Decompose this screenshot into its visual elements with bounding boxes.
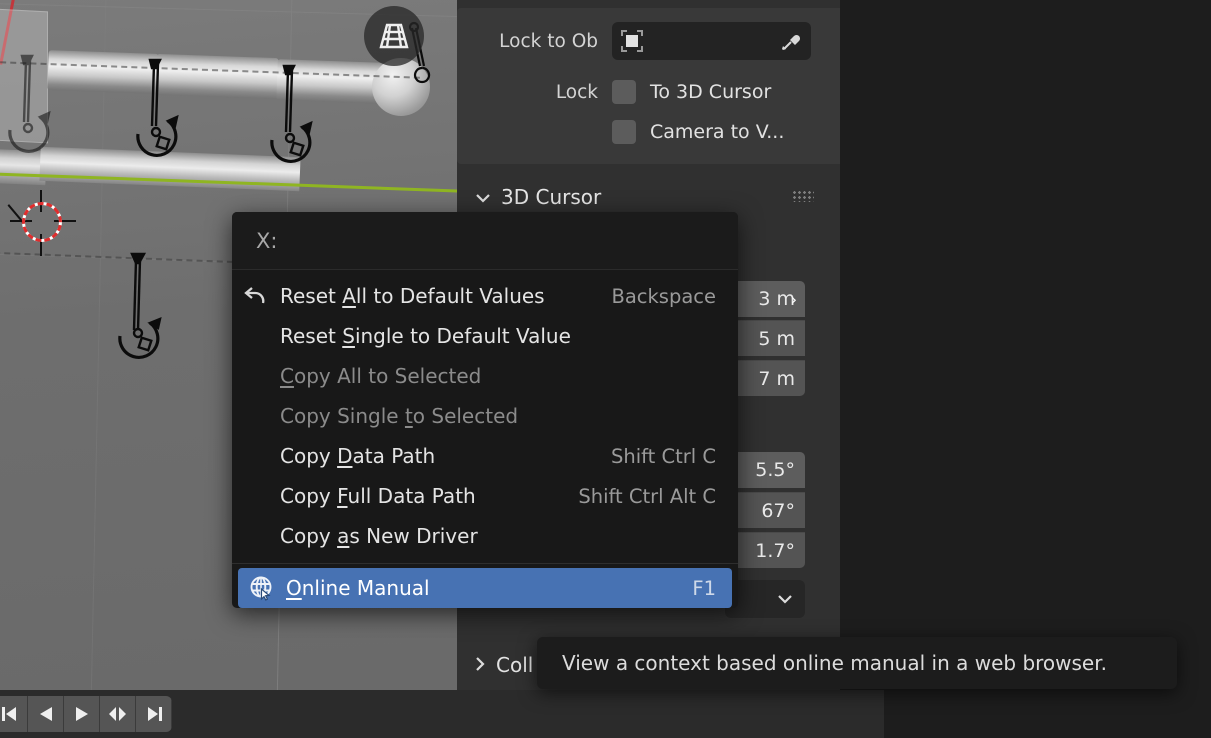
lock-to-object-label: Lock to Ob <box>499 30 598 52</box>
timeline-editor: 1 Start 1 End 250 <box>0 690 884 738</box>
lock-camera-to-view-checkbox[interactable] <box>612 120 636 144</box>
menu-item-copy-all-to-selected: Copy All to Selected <box>232 356 738 396</box>
menu-item-reset-single-to-default-value[interactable]: Reset Single to Default Value <box>232 316 738 356</box>
menu-item-label: Copy Full Data Path <box>280 484 476 508</box>
undo-arrow-icon <box>232 284 280 308</box>
jump-to-end-icon[interactable] <box>136 696 172 732</box>
chevron-right-icon <box>457 653 496 677</box>
lock-camera-to-view-label: Camera to V... <box>650 121 785 143</box>
menu-item-copy-as-new-driver[interactable]: Copy as New Driver <box>232 516 738 556</box>
context-menu-title: X: <box>232 212 738 270</box>
right-editors: Armature visual_l <box>840 0 1211 738</box>
globe-icon <box>238 574 286 602</box>
menu-item-copy-single-to-selected: Copy Single to Selected <box>232 396 738 436</box>
lock-camera-to-view-row: Camera to V... <box>457 115 840 149</box>
menu-item-label: Reset All to Default Values <box>280 284 545 308</box>
collections-label: Coll <box>496 653 534 677</box>
menu-item-label: Copy Data Path <box>280 444 436 468</box>
tooltip-text: View a context based online manual in a … <box>562 651 1107 675</box>
chevron-down-icon <box>457 185 501 209</box>
jump-to-start-icon[interactable] <box>0 696 28 732</box>
play-reverse-icon[interactable] <box>28 696 64 732</box>
lock-to-3d-cursor-row: Lock To 3D Cursor <box>457 75 840 109</box>
jump-keyframe-icon[interactable] <box>100 696 136 732</box>
play-icon[interactable] <box>64 696 100 732</box>
menu-item-copy-full-data-path[interactable]: Copy Full Data Path Shift Ctrl Alt C <box>232 476 738 516</box>
menu-item-shortcut: F1 <box>692 576 716 600</box>
menu-separator <box>232 563 738 564</box>
cursor-location-z-field[interactable]: 7 m <box>732 360 805 396</box>
lock-object-field[interactable] <box>612 22 811 60</box>
playback-controls <box>0 696 172 732</box>
chevron-down-icon <box>777 589 793 610</box>
bone-widget[interactable] <box>112 52 182 157</box>
tooltip: View a context based online manual in a … <box>537 637 1177 689</box>
blender-window: Lock to Ob Lock To 3D Cursor Camera to V… <box>0 0 1211 738</box>
orthographic-grid-icon[interactable] <box>364 6 424 66</box>
context-menu-items: Reset All to Default Values Backspace Re… <box>232 270 738 608</box>
menu-item-online-manual[interactable]: Online Manual F1 <box>238 568 732 608</box>
3d-cursor-section-title: 3D Cursor <box>501 185 602 209</box>
menu-item-shortcut: Backspace <box>611 284 716 308</box>
context-menu[interactable]: X: Reset All to Default Values Backspace… <box>232 212 738 608</box>
bone-widget[interactable] <box>92 238 172 359</box>
menu-item-copy-data-path[interactable]: Copy Data Path Shift Ctrl C <box>232 436 738 476</box>
menu-item-label: Online Manual <box>286 576 430 600</box>
cursor-location-x-field[interactable]: 3 m › <box>732 281 805 317</box>
menu-item-label: Reset Single to Default Value <box>280 324 571 348</box>
bone-widget[interactable] <box>0 48 54 153</box>
lock-to-object-row: Lock to Ob <box>457 22 840 60</box>
3d-cursor-icon <box>7 190 76 256</box>
lock-to-3d-cursor-label: To 3D Cursor <box>650 81 772 103</box>
menu-item-shortcut: Shift Ctrl C <box>610 444 716 468</box>
chevron-right-icon[interactable]: › <box>791 290 797 309</box>
menu-item-label: Copy Single to Selected <box>280 404 519 428</box>
cursor-location-y-field[interactable]: 5 m <box>732 320 805 356</box>
3d-cursor-section-header[interactable]: 3D Cursor <box>457 178 840 216</box>
panel-grip-icon[interactable] <box>792 190 814 202</box>
lock-to-3d-cursor-checkbox[interactable] <box>612 80 636 104</box>
menu-item-shortcut: Shift Ctrl Alt C <box>578 484 716 508</box>
eyedropper-icon[interactable] <box>778 28 804 54</box>
lock-label: Lock <box>555 81 598 103</box>
menu-item-reset-all-to-default-values[interactable]: Reset All to Default Values Backspace <box>232 276 738 316</box>
menu-item-label: Copy All to Selected <box>280 364 482 388</box>
menu-item-label: Copy as New Driver <box>280 524 478 548</box>
bone-widget[interactable] <box>246 58 316 163</box>
object-placeholder-icon <box>619 28 645 54</box>
